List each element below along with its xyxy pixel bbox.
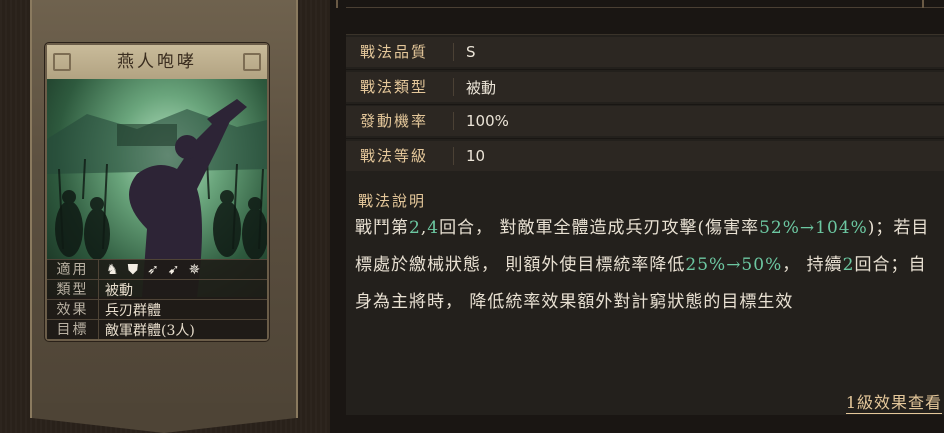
attr-type: 戰法類型 被動	[346, 72, 944, 102]
info-row-target: 目標 敵軍群體(3人)	[47, 319, 267, 339]
shield-icon: ⛊	[127, 261, 139, 278]
desc-text: ， 持續	[782, 255, 843, 275]
info-row-effect: 效果 兵刃群體	[47, 299, 267, 319]
tactic-description: 戰鬥第2,4回合， 對敵軍全體造成兵刃攻擊(傷害率52%→104%)；若目標處於…	[355, 210, 943, 321]
corner-ornament-icon	[53, 53, 71, 71]
desc-text: 戰鬥第	[355, 218, 409, 238]
attr-key: 戰法品質	[346, 43, 454, 61]
desc-highlight: 4	[427, 218, 440, 238]
attr-key: 戰法等級	[346, 147, 454, 165]
tactic-name: 燕人咆哮	[117, 52, 197, 72]
card-title-bar: 燕人咆哮	[47, 45, 267, 79]
desc-highlight: 2	[842, 255, 855, 275]
info-row-type: 類型 被動	[47, 279, 267, 299]
attr-value: 被動	[466, 78, 497, 97]
border-ornament-icon	[336, 0, 352, 8]
corner-ornament-icon	[243, 53, 261, 71]
desc-text: 回合， 對敵軍全體造成兵刃攻擊(傷害率	[439, 218, 760, 238]
tactic-card: 燕人咆哮 適用 ♞ ⛊ ➶ ➹ ✵ 類型 被動 效果 兵刃群體 目標 敵軍群體(…	[45, 43, 269, 341]
wheel-icon: ✵	[188, 261, 201, 278]
info-value: 敵軍群體(3人)	[105, 322, 195, 339]
info-key: 適用	[47, 260, 99, 279]
troop-types: ♞ ⛊ ➶ ➹ ✵	[99, 263, 200, 277]
tactic-info-table: 適用 ♞ ⛊ ➶ ➹ ✵ 類型 被動 效果 兵刃群體 目標 敵軍群體(3人)	[47, 259, 267, 339]
divider	[346, 69, 944, 70]
info-key: 目標	[47, 320, 99, 339]
desc-highlight: 52%→104%	[759, 218, 868, 238]
attr-value: 10	[466, 147, 486, 165]
attr-quality: 戰法品質 S	[346, 37, 944, 67]
desc-highlight: 25%→50%	[685, 255, 783, 275]
description-title: 戰法說明	[358, 192, 427, 210]
info-key: 類型	[47, 280, 99, 299]
bow-icon: ➶	[147, 261, 159, 278]
info-value: 被動	[105, 282, 133, 299]
attr-trigger-rate: 發動機率 100%	[346, 106, 944, 136]
spear-icon: ➹	[167, 261, 180, 278]
attr-key: 戰法類型	[346, 78, 454, 96]
attr-value: 100%	[466, 112, 509, 130]
divider	[346, 138, 944, 139]
level1-effect-link[interactable]: 1級效果查看	[845, 389, 942, 414]
attr-key: 發動機率	[346, 112, 454, 130]
desc-highlight: 2	[409, 218, 421, 238]
attr-value: S	[466, 43, 476, 61]
panel-top-border	[346, 0, 944, 8]
info-key: 效果	[47, 300, 99, 319]
info-value: 兵刃群體	[105, 302, 161, 319]
border-ornament-icon	[922, 0, 938, 8]
divider	[346, 104, 944, 105]
attr-level: 戰法等級 10	[346, 141, 944, 171]
cavalry-icon: ♞	[106, 261, 119, 278]
info-row-troops: 適用 ♞ ⛊ ➶ ➹ ✵	[47, 259, 267, 279]
